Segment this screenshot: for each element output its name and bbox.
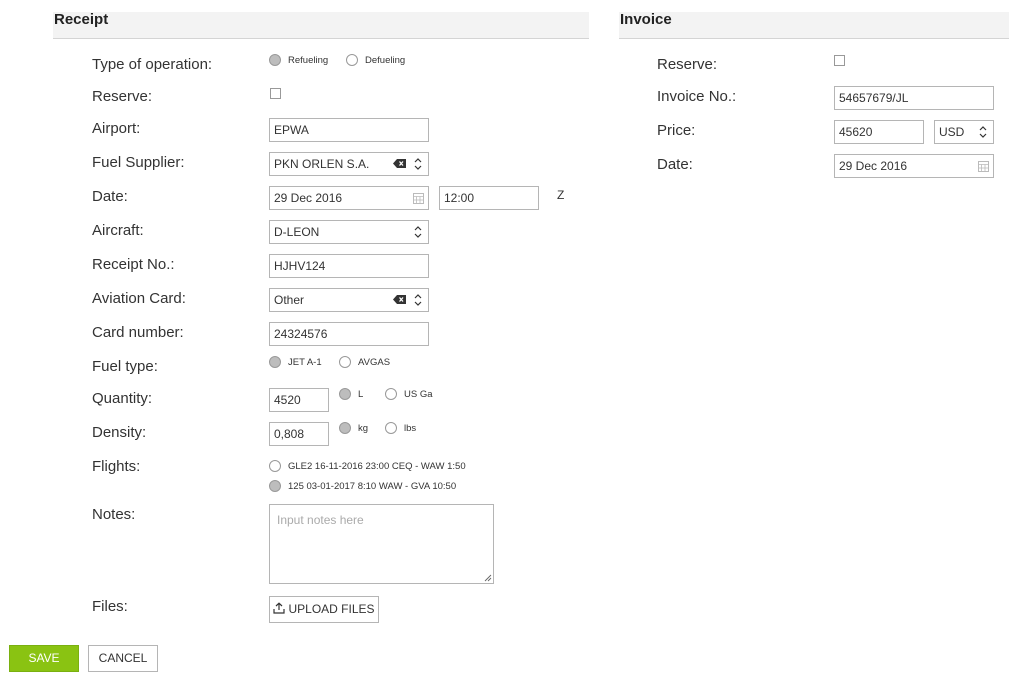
aviation-card-select[interactable]: Other (269, 288, 429, 312)
radio-jet-a1-label: JET A-1 (288, 357, 322, 368)
radio-unit-usga-label: US Ga (404, 389, 433, 400)
card-number-label: Card number: (92, 324, 184, 341)
radio-flight-1[interactable] (269, 460, 281, 472)
time-value: 12:00 (444, 191, 475, 205)
upload-files-label: UPLOAD FILES (288, 602, 375, 616)
fuel-supplier-select[interactable]: PKN ORLEN S.A. (269, 152, 429, 176)
invoice-no-field[interactable]: 54657679/JL (834, 86, 994, 110)
time-field[interactable]: 12:00 (439, 186, 539, 210)
invoice-date-label: Date: (657, 156, 693, 173)
calendar-icon[interactable] (413, 193, 424, 204)
notes-textarea[interactable]: Input notes here (269, 504, 494, 584)
upload-files-button[interactable]: UPLOAD FILES (269, 596, 379, 623)
price-field[interactable]: 45620 (834, 120, 924, 144)
radio-jet-a1[interactable] (269, 356, 281, 368)
type-of-operation-label: Type of operation: (92, 56, 213, 73)
card-number-value: 24324576 (274, 327, 328, 341)
density-label: Density: (92, 424, 147, 441)
receipt-title: Receipt (54, 11, 109, 28)
radio-flight-2-label: 125 03-01-2017 8:10 WAW - GVA 10:50 (288, 481, 457, 492)
invoice-reserve-label: Reserve: (657, 56, 718, 73)
resize-grip-icon[interactable] (484, 574, 492, 582)
airport-field[interactable]: EPWA (269, 118, 429, 142)
receipt-no-label: Receipt No.: (92, 256, 175, 273)
calendar-icon[interactable] (978, 161, 989, 172)
chevron-updown-icon (414, 226, 422, 238)
invoice-no-label: Invoice No.: (657, 88, 737, 105)
date-label: Date: (92, 188, 128, 205)
radio-defueling[interactable] (346, 54, 358, 66)
save-label: SAVE (28, 651, 60, 665)
date-value: 29 Dec 2016 (274, 191, 343, 205)
cancel-button[interactable]: CANCEL (88, 645, 158, 672)
notes-label: Notes: (92, 506, 136, 523)
invoice-section-header: Invoice (619, 12, 1009, 39)
radio-unit-lbs[interactable] (385, 422, 397, 434)
receipt-no-field[interactable]: HJHV124 (269, 254, 429, 278)
clear-input-icon[interactable] (393, 295, 406, 304)
airport-value: EPWA (274, 123, 309, 137)
radio-avgas[interactable] (339, 356, 351, 368)
invoice-no-value: 54657679/JL (839, 91, 909, 105)
radio-defueling-label: Defueling (365, 55, 406, 66)
fuel-type-label: Fuel type: (92, 358, 158, 375)
density-field[interactable]: 0,808 (269, 422, 329, 446)
chevron-updown-icon (979, 126, 987, 138)
invoice-date-field[interactable]: 29 Dec 2016 (834, 154, 994, 178)
chevron-updown-icon (414, 294, 422, 306)
radio-unit-lbs-label: lbs (404, 423, 417, 434)
invoice-title: Invoice (620, 11, 672, 28)
currency-select[interactable]: USD (934, 120, 994, 144)
save-button[interactable]: SAVE (9, 645, 79, 672)
radio-unit-l-label: L (358, 389, 364, 400)
receipt-no-value: HJHV124 (274, 259, 326, 273)
fuel-supplier-value: PKN ORLEN S.A. (274, 157, 370, 171)
quantity-field[interactable]: 4520 (269, 388, 329, 412)
flights-label: Flights: (92, 458, 141, 475)
quantity-label: Quantity: (92, 390, 153, 407)
reserve-label: Reserve: (92, 88, 153, 105)
aviation-card-label: Aviation Card: (92, 290, 186, 307)
notes-placeholder: Input notes here (277, 513, 364, 527)
receipt-section-header: Receipt (53, 12, 589, 39)
aircraft-select[interactable]: D-LEON (269, 220, 429, 244)
radio-refueling[interactable] (269, 54, 281, 66)
radio-unit-l[interactable] (339, 388, 351, 400)
upload-icon (273, 602, 286, 614)
date-field[interactable]: 29 Dec 2016 (269, 186, 429, 210)
price-label: Price: (657, 122, 696, 139)
price-value: 45620 (839, 125, 873, 139)
radio-flight-1-label: GLE2 16-11-2016 23:00 CEQ - WAW 1:50 (288, 461, 466, 472)
timezone-label: Z (557, 188, 565, 202)
radio-unit-kg[interactable] (339, 422, 351, 434)
clear-input-icon[interactable] (393, 159, 406, 168)
density-value: 0,808 (274, 427, 305, 441)
radio-avgas-label: AVGAS (358, 357, 391, 368)
files-label: Files: (92, 598, 128, 615)
chevron-updown-icon (414, 158, 422, 170)
aircraft-label: Aircraft: (92, 222, 144, 239)
quantity-value: 4520 (274, 393, 301, 407)
aviation-card-value: Other (274, 293, 305, 307)
reserve-checkbox[interactable] (270, 88, 281, 99)
aircraft-value: D-LEON (274, 225, 320, 239)
currency-value: USD (939, 125, 965, 139)
invoice-date-value: 29 Dec 2016 (839, 159, 908, 173)
invoice-reserve-checkbox[interactable] (834, 55, 845, 66)
radio-flight-2[interactable] (269, 480, 281, 492)
radio-refueling-label: Refueling (288, 55, 329, 66)
radio-unit-kg-label: kg (358, 423, 369, 434)
fuel-supplier-label: Fuel Supplier: (92, 154, 185, 171)
cancel-label: CANCEL (98, 651, 148, 665)
card-number-field[interactable]: 24324576 (269, 322, 429, 346)
airport-label: Airport: (92, 120, 141, 137)
radio-unit-usga[interactable] (385, 388, 397, 400)
